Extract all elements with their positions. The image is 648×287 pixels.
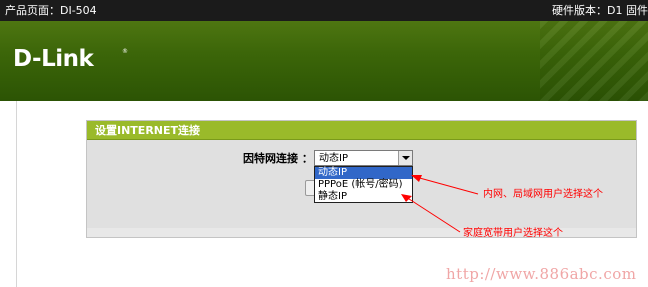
product-page-label: 产品页面：DI-504 [5, 4, 97, 17]
connection-type-select[interactable]: 动态IP [314, 150, 413, 166]
banner-decoration [540, 21, 648, 101]
select-current-value: 动态IP [319, 153, 348, 164]
lan-user-annotation: 内网、局域网用户选择这个 [483, 189, 603, 200]
hardware-version-label: 硬件版本：D1 固件 [552, 4, 648, 17]
option-dynamic-ip[interactable]: 动态IP [315, 167, 412, 179]
option-pppoe[interactable]: PPPoE (帐号/密码) [315, 179, 412, 191]
option-static-ip[interactable]: 静态IP [315, 191, 412, 203]
trademark-mark: ® [122, 48, 128, 55]
internet-connection-label: 因特网连接 ： [243, 152, 313, 165]
watermark-url: http://www.886abc.com [446, 265, 637, 283]
chevron-down-icon[interactable] [398, 151, 412, 165]
panel-title: 设置INTERNET连接 [95, 124, 201, 137]
left-divider [16, 101, 17, 287]
panel-header: 设置INTERNET连接 [87, 121, 636, 140]
top-header-bar: 产品页面：DI-504 硬件版本：D1 固件 [0, 0, 648, 21]
connection-type-dropdown-list: 动态IP PPPoE (帐号/密码) 静态IP [314, 166, 413, 203]
home-broadband-annotation: 家庭宽带用户选择这个 [463, 228, 563, 239]
dlink-logo: D-Link [13, 46, 94, 72]
